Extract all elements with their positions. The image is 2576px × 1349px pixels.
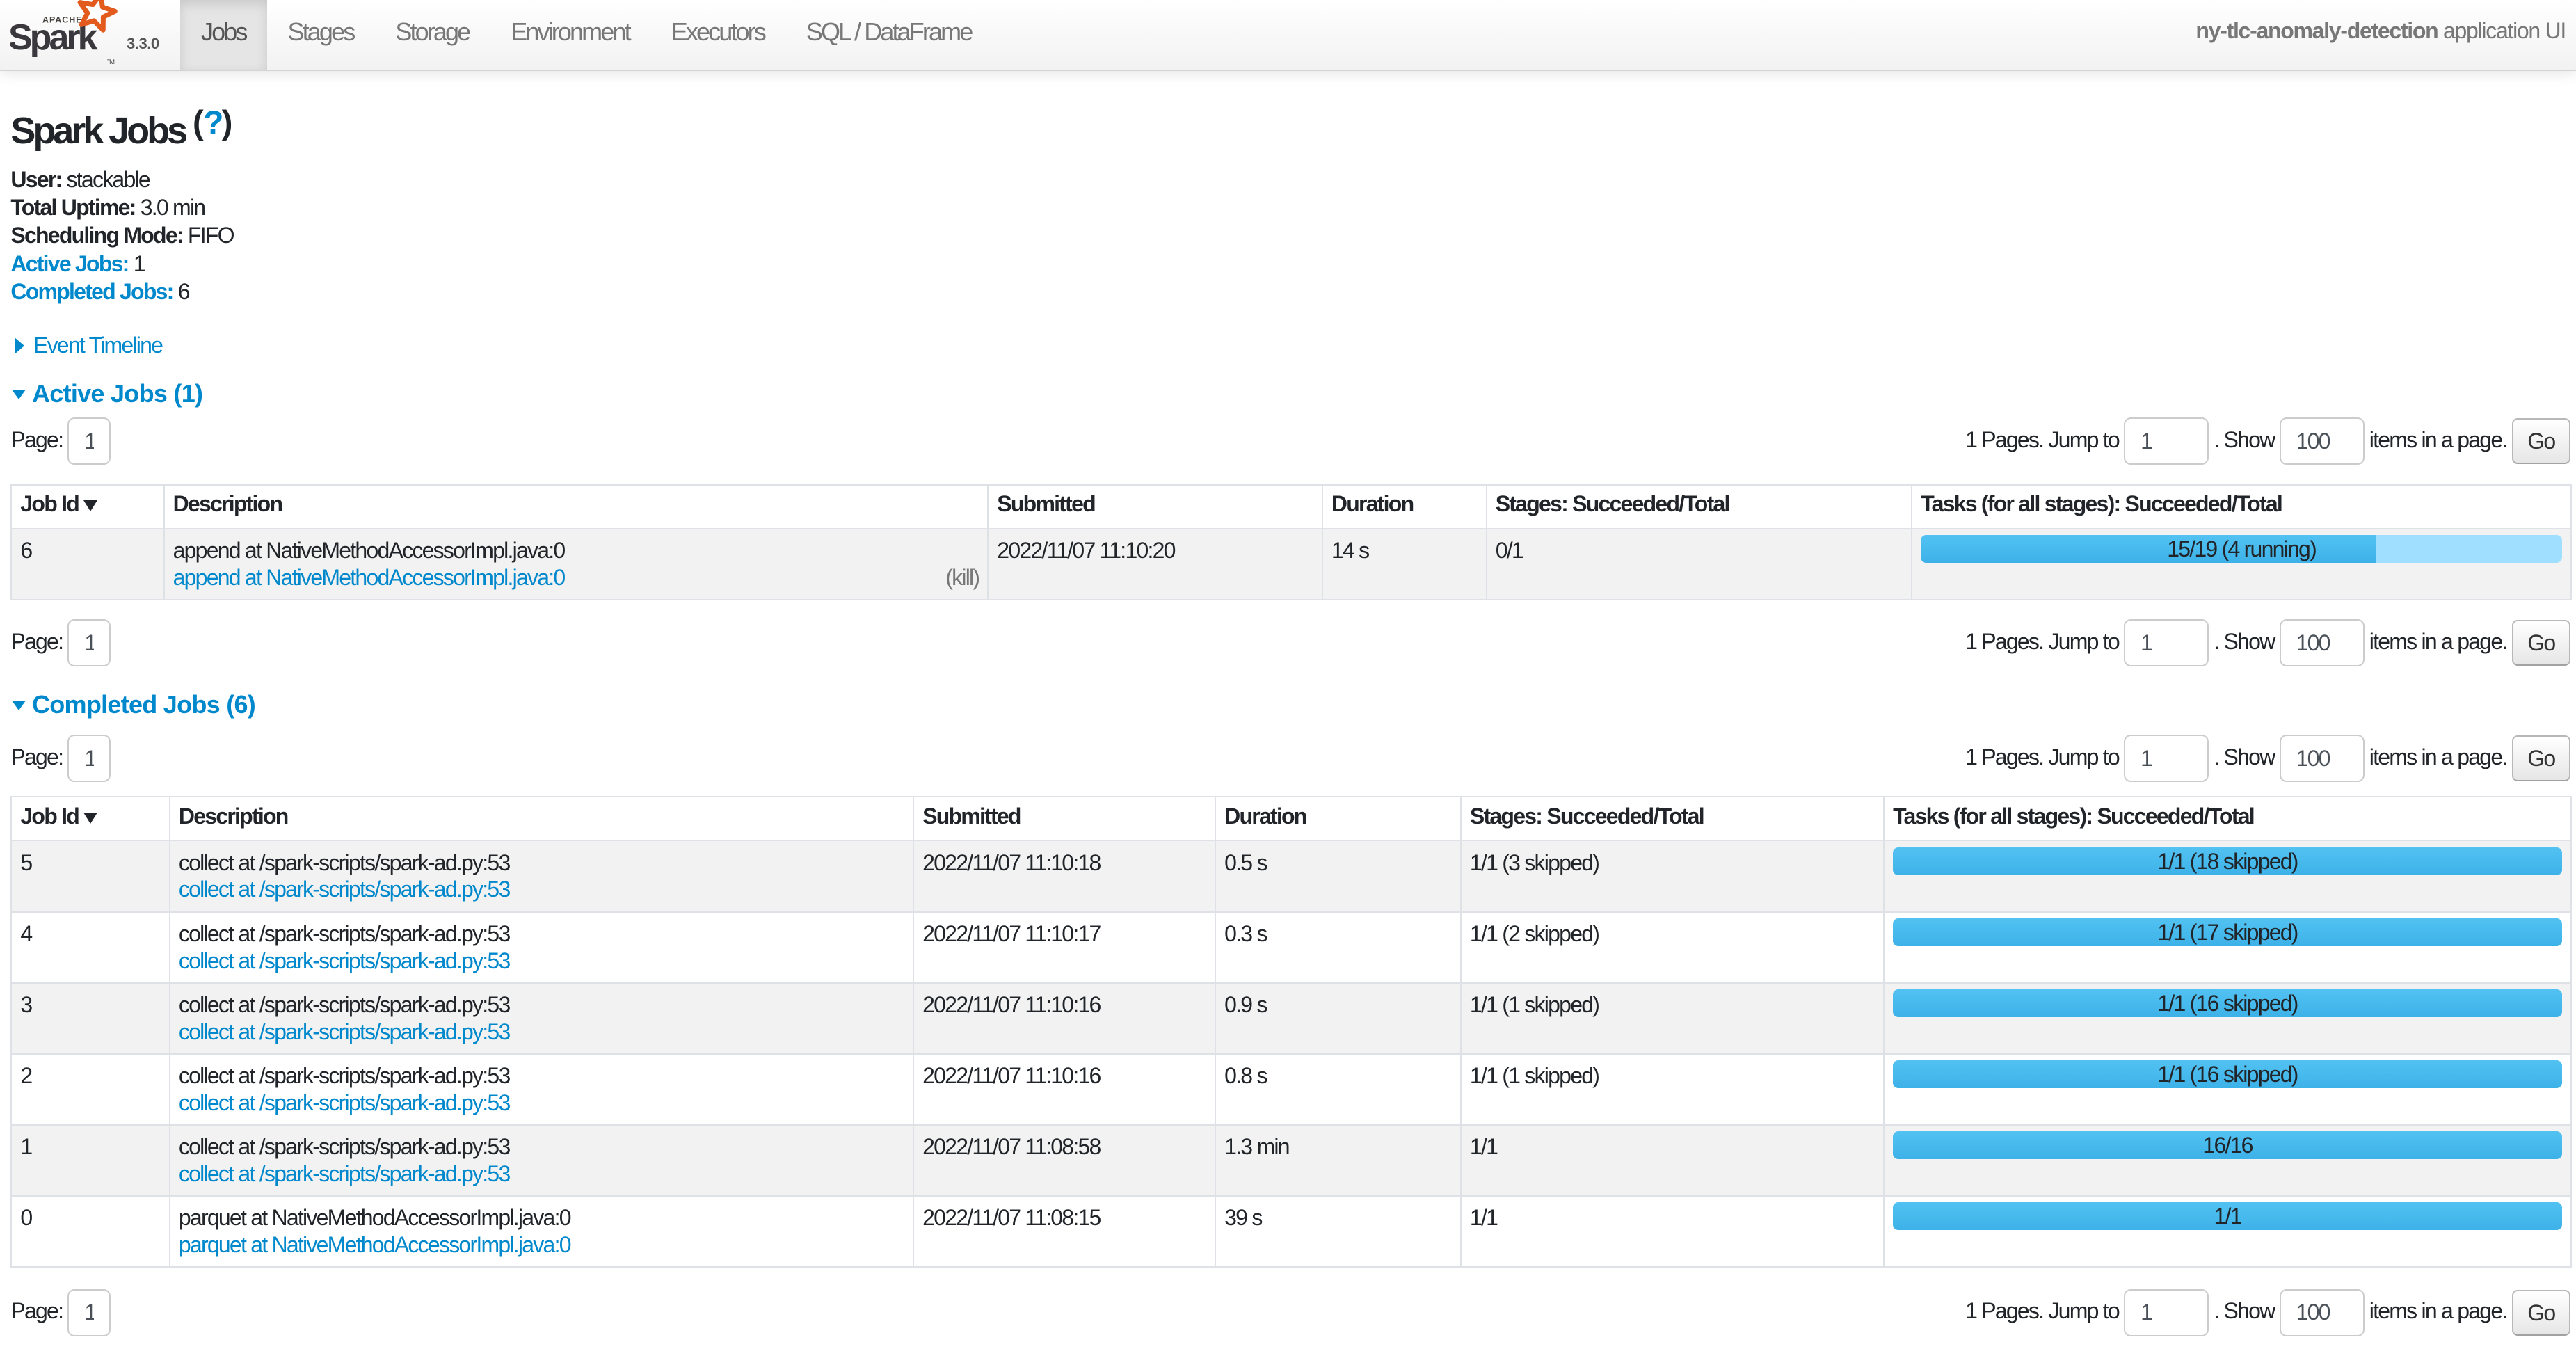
svg-text:TM: TM (107, 58, 115, 65)
